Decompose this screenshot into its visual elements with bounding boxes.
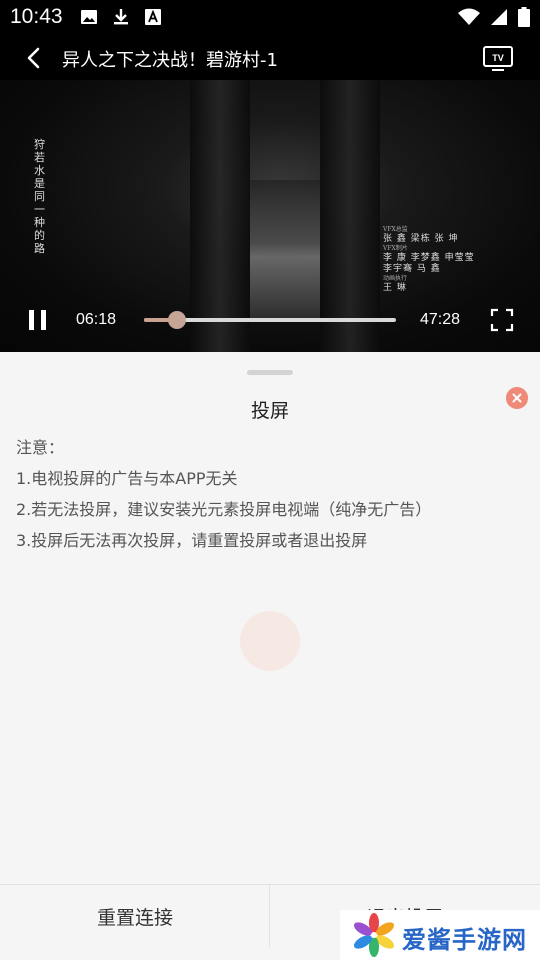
video-player[interactable]: 狩若水是同一种的路 VFX总监 张 鑫 梁栋 张 坤 VFX制片 李 康 李梦鑫… — [0, 80, 540, 352]
site-watermark: 爱酱手游网 — [340, 910, 540, 960]
credit-block: 动画执行 王 琳 — [383, 275, 408, 293]
back-icon[interactable] — [20, 44, 48, 72]
seek-bar[interactable] — [144, 311, 396, 329]
sheet-title: 投屏 — [250, 400, 289, 422]
note-line: 注意： — [16, 438, 65, 457]
status-bar: 10:43 — [0, 0, 540, 36]
credit-block: VFX总监 张 鑫 梁栋 张 坤 — [383, 226, 459, 244]
status-time: 10:43 — [10, 5, 63, 28]
note-line: 1.电视投屏的广告与本APP无关 — [16, 469, 238, 488]
loading-indicator — [240, 611, 300, 671]
close-icon[interactable] — [506, 387, 528, 409]
video-title: 异人之下之决战！碧游村-1 — [62, 50, 278, 71]
watermark-text: 爱酱手游网 — [402, 926, 527, 954]
cast-sheet: 投屏 注意： 1.电视投屏的广告与本APP无关 2.若无法投屏，建议安装光元素投… — [0, 352, 540, 960]
font-icon — [145, 9, 161, 25]
tv-cast-icon[interactable]: TV — [482, 44, 514, 72]
video-vertical-caption: 狩若水是同一种的路 — [34, 138, 45, 255]
note-line: 3.投屏后无法再次投屏，请重置投屏或者退出投屏 — [16, 531, 368, 550]
download-icon — [114, 9, 128, 25]
credit-block: VFX制片 李 康 李梦鑫 申莹莹 — [383, 245, 475, 263]
svg-text:TV: TV — [492, 53, 504, 63]
seek-thumb[interactable] — [167, 311, 186, 329]
status-system-icons — [458, 7, 530, 27]
sheet-drag-handle[interactable] — [247, 370, 293, 375]
pause-icon[interactable] — [26, 308, 50, 332]
player-controls: 06:18 47:28 — [0, 296, 540, 346]
player-header: 异人之下之决战！碧游村-1 TV — [0, 36, 540, 80]
video-credits: VFX总监 张 鑫 梁栋 张 坤 VFX制片 李 康 李梦鑫 申莹莹 李宇骞 马… — [383, 226, 493, 294]
credit-block: 李宇骞 马 鑫 — [383, 264, 441, 274]
reset-connection-button[interactable]: 重置连接 — [0, 885, 270, 947]
wifi-icon — [458, 8, 480, 25]
status-notification-icons — [80, 8, 162, 26]
cast-notes: 注意： 1.电视投屏的广告与本APP无关 2.若无法投屏，建议安装光元素投屏电视… — [16, 432, 431, 556]
total-time: 47:28 — [420, 311, 461, 328]
image-icon — [81, 10, 97, 24]
current-time: 06:18 — [76, 311, 117, 328]
note-line: 2.若无法投屏，建议安装光元素投屏电视端（纯净无广告） — [16, 500, 432, 519]
battery-icon — [518, 7, 530, 27]
signal-icon — [491, 9, 507, 25]
fullscreen-icon[interactable] — [490, 308, 514, 332]
pinwheel-logo-icon — [353, 913, 395, 957]
